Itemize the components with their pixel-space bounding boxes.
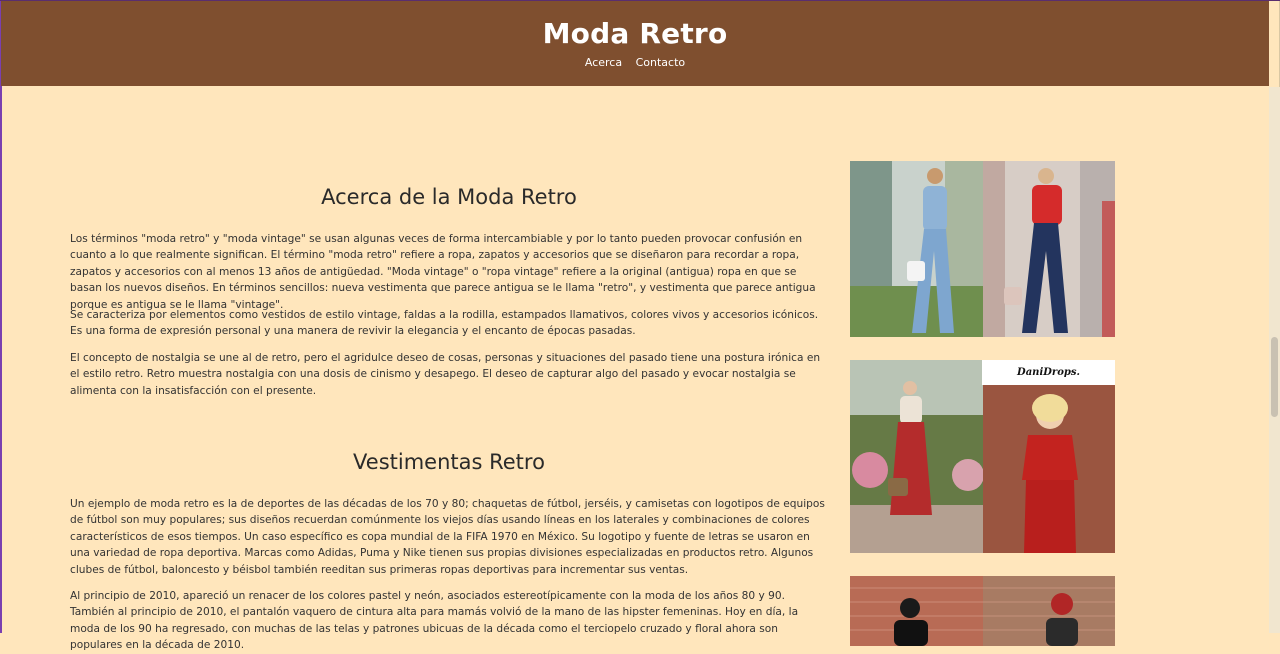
gallery-image-brick-wall xyxy=(850,576,1115,646)
gallery-image-retro-dresses: DaniDrops. xyxy=(850,360,1115,553)
page-scrollbar[interactable] xyxy=(1269,87,1280,633)
clothing-paragraph-2: Al principio de 2010, apareció un renace… xyxy=(70,590,799,652)
main-nav: Acerca Contacto xyxy=(1,56,1269,69)
scrollbar-thumb[interactable] xyxy=(1271,337,1278,417)
gallery-image-jeans-outfits xyxy=(850,161,1115,337)
clothing-heading: Vestimentas Retro xyxy=(353,450,545,474)
nav-link-contacto[interactable]: Contacto xyxy=(636,56,686,69)
photo-watermark: DaniDrops. xyxy=(982,360,1115,385)
about-heading: Acerca de la Moda Retro xyxy=(321,185,577,209)
about-paragraph-3: El concepto de nostalgia se une al de re… xyxy=(70,352,821,397)
site-title: Moda Retro xyxy=(542,17,728,50)
about-paragraph-2: Se caracteriza por elementos como vestid… xyxy=(70,309,819,338)
nav-link-acerca[interactable]: Acerca xyxy=(585,56,622,69)
about-paragraph-1: Los términos "moda retro" y "moda vintag… xyxy=(70,233,816,311)
site-header: Moda Retro Acerca Contacto xyxy=(1,1,1269,86)
clothing-paragraph-1: Un ejemplo de moda retro es la de deport… xyxy=(70,498,825,576)
